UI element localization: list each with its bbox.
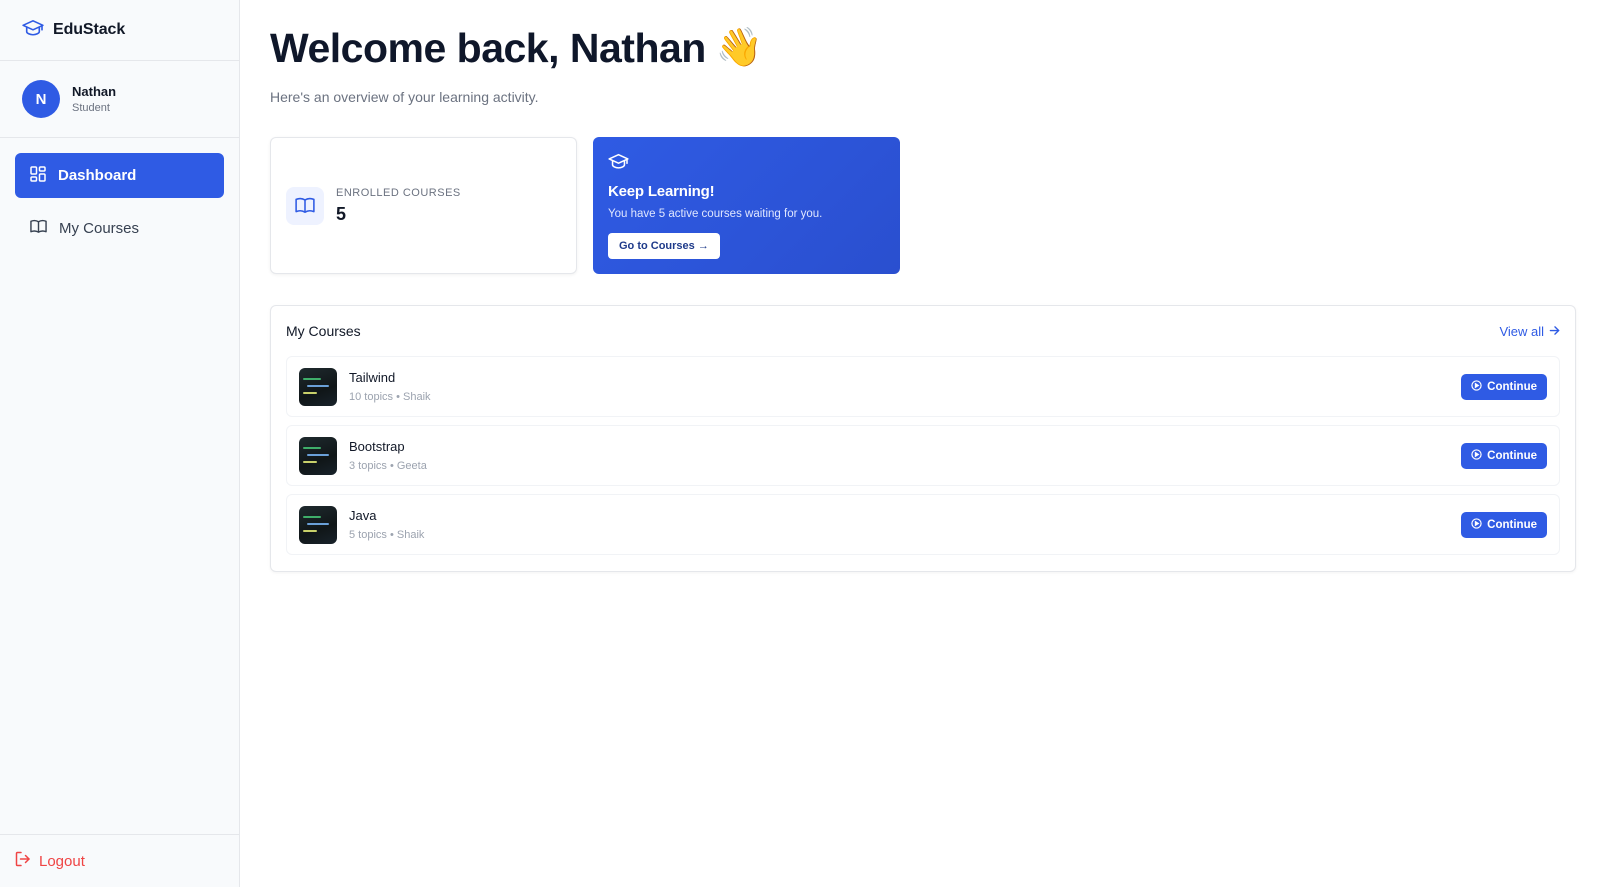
- keep-learning-card: Keep Learning! You have 5 active courses…: [593, 137, 900, 274]
- sidebar-item-dashboard[interactable]: Dashboard: [15, 153, 224, 198]
- continue-label: Continue: [1487, 449, 1537, 462]
- enrolled-courses-label: ENROLLED COURSES: [336, 186, 461, 199]
- sidebar: EduStack N Nathan Student Dashboard My C…: [0, 0, 240, 887]
- course-name: Bootstrap: [349, 439, 405, 454]
- brand[interactable]: EduStack: [0, 0, 239, 61]
- dashboard-grid-icon: [30, 165, 46, 186]
- logout-label: Logout: [39, 852, 85, 870]
- my-courses-panel: My Courses View all Tailwind 10 topics •…: [270, 305, 1576, 572]
- book-open-icon: [30, 219, 47, 238]
- panel-title: My Courses: [286, 323, 361, 339]
- book-open-icon: [286, 186, 324, 225]
- continue-label: Continue: [1487, 518, 1537, 531]
- waving-hand-icon: 👋: [715, 27, 763, 69]
- logout-button[interactable]: Logout: [0, 834, 239, 887]
- main-content: Welcome back, Nathan 👋 Here's an overvie…: [270, 0, 1600, 572]
- avatar: N: [22, 80, 60, 118]
- enrolled-courses-card: ENROLLED COURSES 5: [270, 137, 577, 274]
- graduation-cap-icon: [22, 19, 44, 42]
- play-circle-icon: [1471, 448, 1482, 463]
- brand-name: EduStack: [53, 21, 126, 38]
- sidebar-item-my-courses[interactable]: My Courses: [15, 206, 224, 251]
- logout-icon: [15, 851, 31, 871]
- user-name: Nathan: [72, 84, 117, 99]
- panel-header: My Courses View all: [286, 306, 1560, 356]
- sidebar-item-label: My Courses: [59, 220, 140, 237]
- course-meta: 10 topics • Shaik: [349, 391, 431, 403]
- continue-button[interactable]: Continue: [1461, 442, 1547, 469]
- continue-label: Continue: [1487, 380, 1537, 393]
- go-to-courses-button[interactable]: Go to Courses →: [608, 233, 720, 259]
- course-name: Tailwind: [349, 370, 396, 385]
- user-role: Student: [72, 102, 110, 114]
- course-name: Java: [349, 508, 377, 523]
- play-circle-icon: [1471, 379, 1482, 394]
- course-meta: 5 topics • Shaik: [349, 529, 425, 541]
- course-row-bootstrap: Bootstrap 3 topics • Geeta Continue: [286, 425, 1560, 486]
- course-row-tailwind: Tailwind 10 topics • Shaik Continue: [286, 356, 1560, 417]
- course-thumbnail: [299, 436, 337, 475]
- course-thumbnail: [299, 505, 337, 544]
- continue-button[interactable]: Continue: [1461, 511, 1547, 538]
- sidebar-nav: Dashboard My Courses: [0, 138, 239, 251]
- play-circle-icon: [1471, 517, 1482, 532]
- view-all-label: View all: [1499, 323, 1544, 339]
- promo-title: Keep Learning!: [608, 183, 715, 200]
- page-subtitle: Here's an overview of your learning acti…: [270, 89, 539, 105]
- course-thumbnail: [299, 367, 337, 406]
- course-meta: 3 topics • Geeta: [349, 460, 427, 472]
- welcome-text: Welcome back, Nathan: [270, 24, 706, 71]
- view-all-link[interactable]: View all: [1499, 324, 1560, 339]
- summary-cards: ENROLLED COURSES 5 Keep Learning! You ha…: [270, 137, 1600, 274]
- enrolled-courses-value: 5: [336, 203, 347, 224]
- sidebar-item-label: Dashboard: [58, 167, 137, 184]
- arrow-right-icon: [1549, 324, 1560, 339]
- user-profile: N Nathan Student: [0, 61, 239, 138]
- course-row-java: Java 5 topics • Shaik Continue: [286, 494, 1560, 555]
- graduation-cap-icon: [608, 153, 629, 174]
- page-title: Welcome back, Nathan 👋: [270, 24, 1600, 72]
- continue-button[interactable]: Continue: [1461, 373, 1547, 400]
- promo-text: You have 5 active courses waiting for yo…: [608, 208, 823, 220]
